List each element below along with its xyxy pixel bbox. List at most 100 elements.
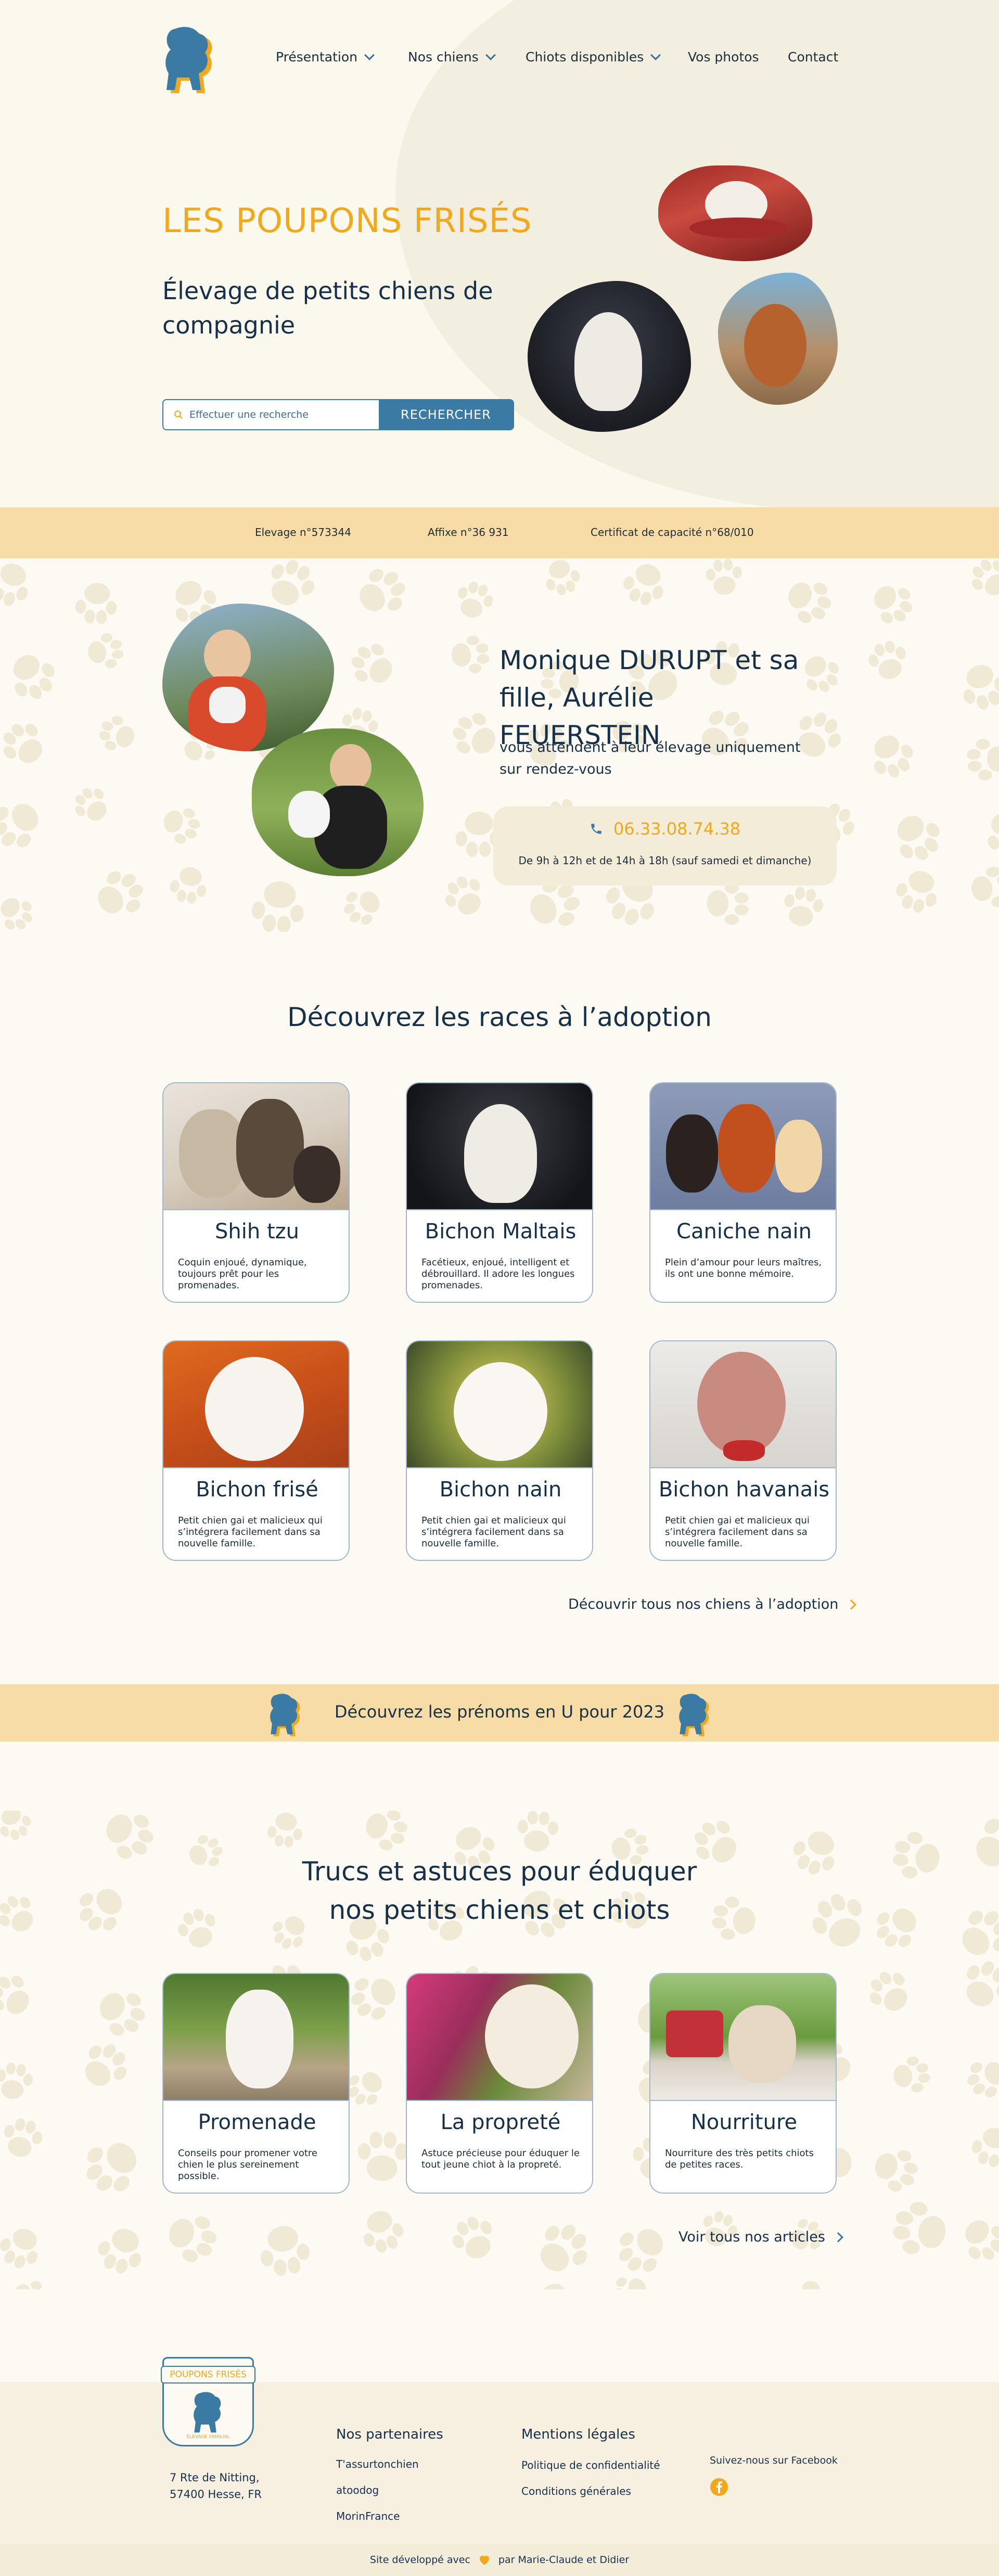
site-logo[interactable] <box>160 23 217 96</box>
credential-elevage: Elevage n°573344 <box>255 526 351 539</box>
paw-print-icon <box>260 2225 310 2276</box>
address-line1: 7 Rte de Nitting, <box>170 2471 260 2484</box>
breed-name: Caniche nain <box>676 1220 812 1244</box>
breed-photo <box>163 1341 349 1468</box>
paw-print-icon <box>0 563 28 606</box>
paw-print-icon <box>966 1961 999 2007</box>
paw-print-icon <box>444 2284 502 2289</box>
search-placeholder: Effectuer une recherche <box>189 409 309 420</box>
partner-link[interactable]: T'assurtonchien <box>336 2458 419 2470</box>
breed-description: Facétieux, enjoué, intelligent et débrou… <box>421 1257 575 1291</box>
terms-link[interactable]: Conditions générales <box>521 2485 631 2497</box>
all-articles-link[interactable]: Voir tous nos articles <box>678 2229 843 2245</box>
chevron-down-icon <box>485 49 496 60</box>
paw-print-icon <box>802 2281 820 2289</box>
paw-print-icon <box>967 2062 999 2097</box>
footer-badge-logo[interactable]: POUPONS FRISÉS ÉLEVAGE FAMILIAL <box>161 2357 255 2446</box>
all-dogs-link-label: Découvrir tous nos chiens à l’adoption <box>568 1596 839 1612</box>
owners-text: vous attendent à leur élevage uniquement… <box>499 739 801 777</box>
tip-card-promenade[interactable]: Promenade Conseils pour promener votre c… <box>162 1973 350 2194</box>
breed-description: Petit chien gai et malicieux qui s’intég… <box>178 1515 323 1549</box>
nav-item-chiots-disponibles[interactable]: Chiots disponibles <box>526 49 661 65</box>
tip-photo <box>163 1974 349 2101</box>
paw-print-icon <box>892 2201 946 2254</box>
paw-print-icon <box>869 1972 907 2011</box>
phone-icon <box>591 824 601 834</box>
paw-print-icon <box>98 871 143 914</box>
paw-print-icon <box>451 635 490 673</box>
breed-name: Bichon nain <box>439 1478 562 1502</box>
paw-print-icon <box>972 559 999 596</box>
breed-photo <box>650 1341 836 1468</box>
tip-description: Conseils pour promener votre chien le pl… <box>178 2148 317 2182</box>
legal-title: Mentions légales <box>521 2427 635 2442</box>
nav-label: Contact <box>788 49 839 65</box>
paw-print-icon <box>896 871 937 913</box>
breed-name: Shih tzu <box>215 1220 299 1244</box>
phone-link[interactable]: 06.33.08.74.38 <box>493 819 837 839</box>
paw-print-icon <box>3 724 43 763</box>
privacy-link[interactable]: Politique de confidentialité <box>521 2459 660 2471</box>
partner-link[interactable]: atoodog <box>336 2484 379 2496</box>
tip-name: Promenade <box>198 2110 316 2134</box>
paw-print-icon <box>699 2272 788 2289</box>
credential-certificat: Certificat de capacité n°68/010 <box>591 526 754 539</box>
partner-link[interactable]: MorinFrance <box>336 2510 400 2522</box>
breed-card-bichon-havanais[interactable]: Bichon havanais Petit chien gai et malic… <box>649 1340 837 1561</box>
chevron-right-icon <box>846 1599 857 1610</box>
credit-right: par Marie-Claude et Didier <box>498 2554 630 2566</box>
all-articles-link-label: Voir tous nos articles <box>678 2229 825 2245</box>
breed-card-bichon-frise[interactable]: Bichon frisé Petit chien gai et malicieu… <box>162 1340 350 1561</box>
breed-description: Petit chien gai et malicieux qui s’intég… <box>665 1515 810 1549</box>
tip-card-nourriture[interactable]: Nourriture Nourriture des très petits ch… <box>649 1973 837 2194</box>
opening-hours: De 9h à 12h et de 14h à 18h (sauf samedi… <box>518 854 812 867</box>
paw-print-icon <box>458 581 493 618</box>
paw-print-icon <box>893 2056 930 2093</box>
nav-label: Chiots disponibles <box>526 49 644 65</box>
facebook-label: Suivez-nous sur Facebook <box>710 2455 838 2466</box>
breed-card-bichon-maltais[interactable]: Bichon Maltais Facétieux, enjoué, intell… <box>406 1082 593 1303</box>
paw-print-icon <box>445 876 481 915</box>
search-button[interactable]: RECHERCHER <box>379 400 513 429</box>
paw-print-icon <box>784 887 823 927</box>
paw-print-icon <box>623 564 663 606</box>
paw-print-icon <box>971 2128 999 2167</box>
paw-print-icon <box>963 665 999 710</box>
paw-print-icon <box>360 569 405 611</box>
nav-item-presentation[interactable]: Présentation <box>276 49 375 65</box>
paw-print-icon <box>351 644 392 683</box>
tip-card-proprete[interactable]: La propreté Astuce précieuse pour éduque… <box>406 1973 593 2194</box>
footer-badge-text: POUPONS FRISÉS <box>161 2366 255 2383</box>
paw-print-icon <box>706 559 742 595</box>
paw-print-icon <box>363 2211 404 2252</box>
hero-title: LES POUPONS FRISÉS <box>162 202 532 240</box>
chevron-right-icon <box>833 2232 843 2242</box>
paw-print-icon <box>1 898 32 930</box>
paw-print-icon <box>866 2288 936 2289</box>
nav-item-vos-photos[interactable]: Vos photos <box>688 49 759 65</box>
nav-item-nos-chiens[interactable]: Nos chiens <box>408 49 496 65</box>
breed-card-shih-tzu[interactable]: Shih tzu Coquin enjoué, dynamique, toujo… <box>162 1082 350 1303</box>
all-dogs-link[interactable]: Découvrir tous nos chiens à l’adoption <box>568 1596 857 1612</box>
breed-card-caniche-nain[interactable]: Caniche nain Plein d’amour pour leurs ma… <box>649 1082 837 1303</box>
breed-photo <box>650 1083 836 1210</box>
nav-item-contact[interactable]: Contact <box>788 49 838 65</box>
paw-print-icon <box>13 655 55 699</box>
credentials-strip: Elevage n°573344 Affixe n°36 931 Certifi… <box>0 507 999 558</box>
facebook-icon[interactable] <box>710 2478 728 2496</box>
search-input[interactable]: Effectuer une recherche <box>163 400 379 429</box>
breed-name: Bichon Maltais <box>425 1220 577 1244</box>
address-line2: 57400 Hesse, FR <box>170 2488 262 2501</box>
paw-print-icon <box>0 1976 29 2014</box>
paw-print-icon <box>238 2282 318 2289</box>
paw-print-icon <box>169 2216 216 2263</box>
nav-label: Nos chiens <box>408 49 479 65</box>
paw-print-icon <box>0 2228 38 2269</box>
breed-card-bichon-nain[interactable]: Bichon nain Petit chien gai et malicieux… <box>406 1340 593 1561</box>
credential-affixe: Affixe n°36 931 <box>428 526 509 539</box>
paw-print-icon <box>75 583 117 624</box>
names-banner[interactable]: Découvrez les prénoms en U pour 2023 <box>0 1684 999 1741</box>
paw-print-icon <box>68 2288 124 2289</box>
dog-logo-icon <box>194 2392 221 2433</box>
paw-print-icon <box>343 891 380 925</box>
